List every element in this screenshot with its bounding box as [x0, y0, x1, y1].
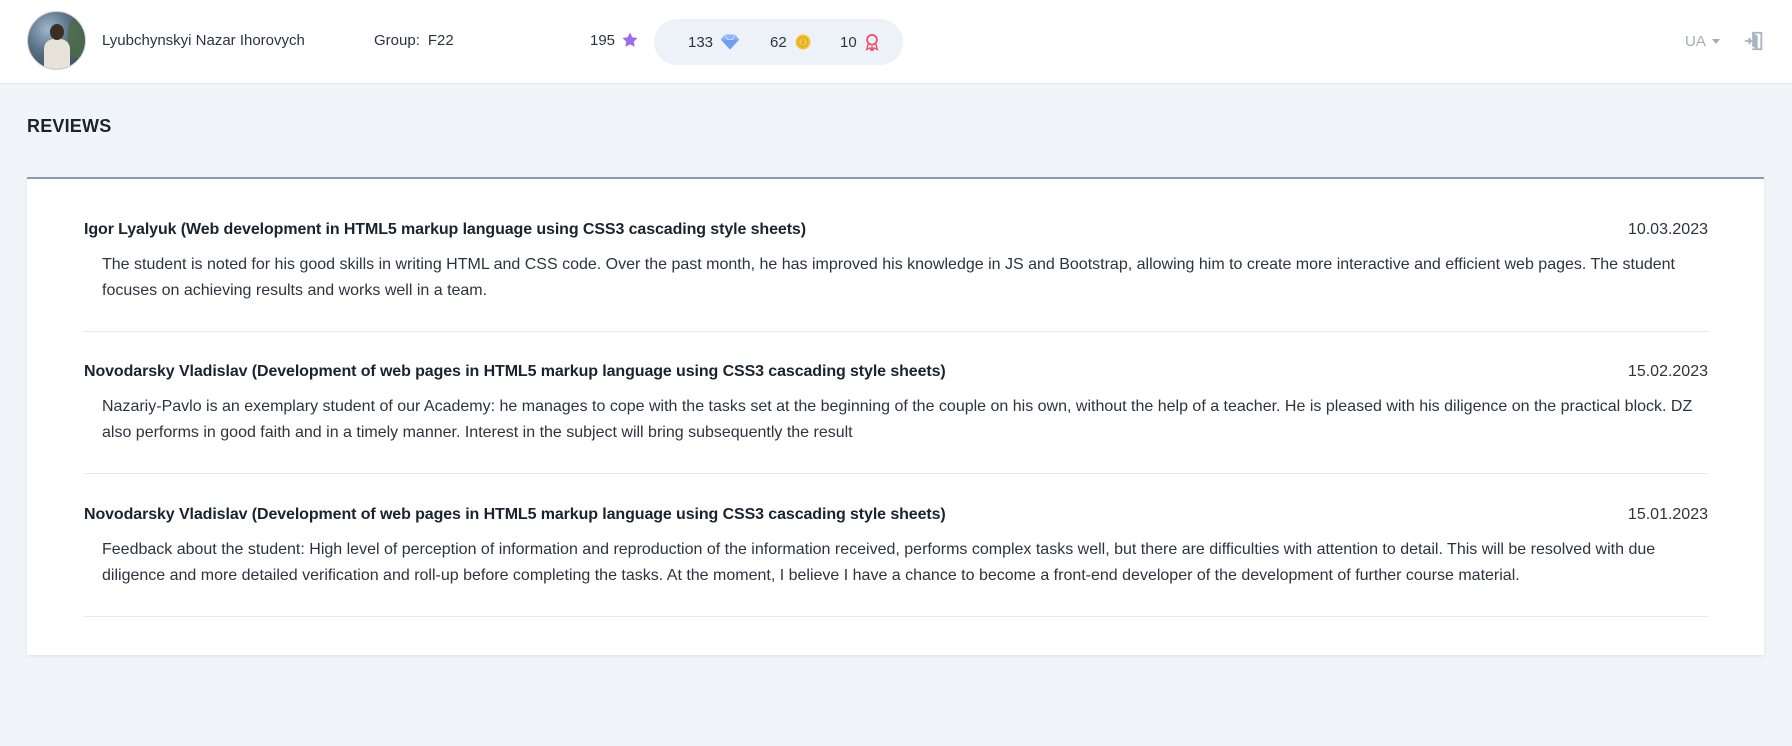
coins-value: 62 — [770, 33, 787, 51]
language-value: UA — [1685, 33, 1706, 50]
gems-stat: 133 — [688, 33, 770, 51]
review-text: Nazariy-Pavlo is an exemplary student of… — [102, 398, 1693, 441]
review-author: Novodarsky Vladislav (Development of web… — [84, 506, 946, 523]
gems-value: 133 — [688, 33, 714, 51]
top-header: Lyubchynskyi Nazar Ihorovych Group: F22 1… — [0, 0, 1792, 84]
star-icon — [622, 32, 638, 47]
review-item: Novodarsky Vladislav (Development of web… — [84, 506, 1708, 617]
group-info: Group: F22 — [374, 32, 454, 49]
review-author: Novodarsky Vladislav (Development of web… — [84, 363, 946, 380]
review-date: 15.01.2023 — [1627, 506, 1708, 523]
stars-value: 195 — [590, 31, 616, 49]
review-item: Novodarsky Vladislav (Development of web… — [84, 363, 1708, 474]
group-value: F22 — [427, 32, 454, 49]
review-date: 10.03.2023 — [1627, 221, 1708, 238]
review-date: 15.02.2023 — [1627, 363, 1708, 380]
badges-value: 10 — [840, 33, 857, 51]
language-select[interactable]: UA — [1685, 33, 1720, 50]
chevron-down-icon — [1711, 39, 1720, 44]
reviews-panel: Igor Lyalyuk (Web development in HTML5 m… — [27, 177, 1764, 655]
avatar[interactable] — [27, 11, 86, 70]
page-title: REVIEWS — [27, 116, 112, 136]
user-name[interactable]: Lyubchynskyi Nazar Ihorovych — [102, 32, 305, 49]
review-text: The student is noted for his good skills… — [102, 256, 1675, 299]
review-author: Igor Lyalyuk (Web development in HTML5 m… — [84, 221, 806, 238]
badges-stat: 10 — [840, 33, 880, 51]
stars-count: 195 — [590, 31, 639, 49]
stats-pill: 133 62 10 — [654, 19, 903, 65]
logout-icon[interactable] — [1743, 30, 1765, 52]
award-icon — [865, 33, 879, 51]
diamond-icon — [720, 34, 740, 50]
coin-icon — [795, 34, 811, 50]
review-item: Igor Lyalyuk (Web development in HTML5 m… — [84, 221, 1708, 332]
review-text: Feedback about the student: High level o… — [102, 541, 1656, 584]
coins-stat: 62 — [770, 33, 840, 51]
group-label: Group: — [374, 32, 420, 49]
